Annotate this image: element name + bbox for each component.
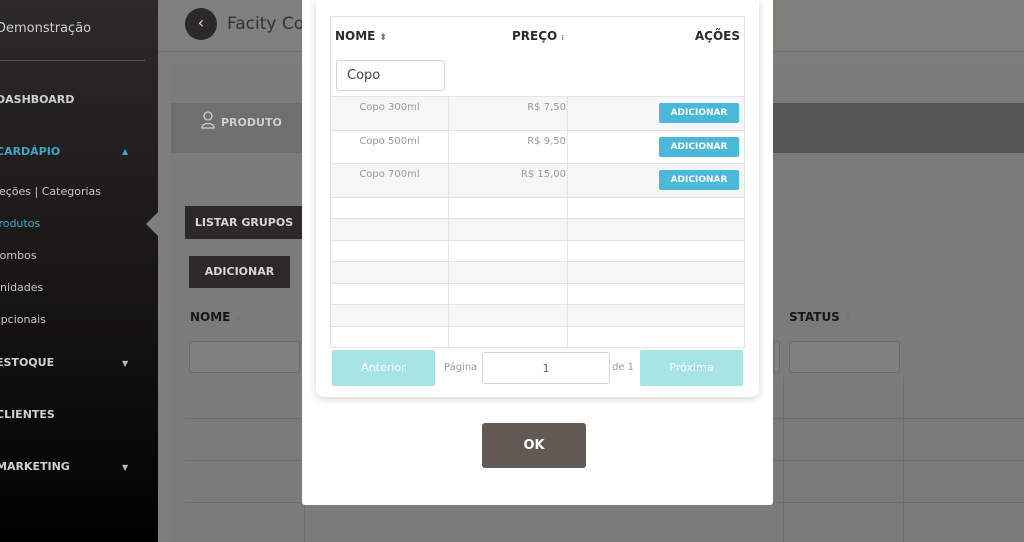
column-header-nome[interactable]: NOME ⬍ [190,310,242,324]
filter-input[interactable] [773,341,780,373]
sort-icon: ⬍ [234,314,242,324]
cell-empty [331,262,449,283]
cell-nome: Copo 700ml [331,164,449,197]
product-table: NOME⬍ PREÇO⁝ AÇÕES Copo 300ml R$ 7,50 AD… [330,16,745,348]
cell-empty [449,305,568,326]
cell-empty [449,283,568,304]
add-product-button[interactable]: ADICIONAR [189,256,290,288]
sidebar-subitem-unidades[interactable]: Unidades [0,281,43,294]
table-row: Copo 300ml R$ 7,50 ADICIONAR [331,96,744,130]
sort-icon: ⁝ [561,34,564,42]
product-picker-modal: NOME⬍ PREÇO⁝ AÇÕES Copo 300ml R$ 7,50 AD… [302,0,773,505]
table-row-empty [331,282,744,304]
sidebar-item-cardapio[interactable]: CARDÁPIO [0,145,60,158]
table-row-empty [331,218,744,240]
pagination: Anterior Página de 1 Próxima [330,348,745,388]
active-indicator [146,212,158,236]
cell-empty [331,197,449,218]
table-row-empty [331,261,744,283]
filter-nome-input[interactable] [189,341,300,373]
previous-page-button[interactable]: Anterior [332,350,435,386]
sort-icon: ⬍ [843,314,852,324]
back-button[interactable]: ‹ [185,8,217,40]
cell-empty [449,326,568,347]
column-header-label: PREÇO [512,29,558,43]
add-button[interactable]: ADICIONAR [659,136,739,157]
sidebar-item-estoque[interactable]: ESTOQUE [0,356,54,369]
page-label: Página [444,362,478,373]
table-row-empty [331,196,744,218]
cell-empty [449,240,568,261]
sidebar-title: Demonstração [0,21,92,36]
sidebar-subitem-secoes[interactable]: Seções | Categorias [0,185,101,198]
cell-empty [331,219,449,240]
table-row-empty [331,304,744,326]
cell-empty [331,283,449,304]
sidebar-subitem-combos[interactable]: Combos [0,249,37,262]
sidebar-item-marketing[interactable]: MARKETING [0,460,70,473]
tab-produto[interactable]: PRODUTO [171,103,302,153]
cell-empty [449,219,568,240]
user-icon [201,111,215,129]
page-total-label: de 1 [612,362,635,373]
cell-empty [449,197,568,218]
column-header-status[interactable]: STATUS ⬍ [789,310,851,324]
modal-panel: NOME⬍ PREÇO⁝ AÇÕES Copo 300ml R$ 7,50 AD… [316,0,759,397]
sidebar-divider [0,60,145,61]
column-divider [903,377,904,542]
page-number-input[interactable] [482,352,610,384]
cell-empty [331,240,449,261]
chevron-down-icon: ▼ [122,463,129,472]
cell-acoes: ADICIONAR [568,131,745,164]
table-row-empty [331,239,744,261]
cell-empty [331,326,449,347]
column-header-acoes: AÇÕES [694,29,740,43]
sidebar-item-dashboard[interactable]: DASHBOARD [0,93,74,106]
tab-produto-label: PRODUTO [221,116,282,129]
list-groups-button[interactable]: LISTAR GRUPOS [185,206,303,239]
cell-acoes: ADICIONAR [568,164,745,197]
column-header-label: STATUS [789,310,840,324]
filter-nome-input[interactable] [336,60,445,91]
table-header: NOME ⬍ PREÇO ⁝ AÇÕES [331,17,744,96]
cell-empty [449,262,568,283]
column-header-label: NOME [190,310,231,324]
column-header-nome[interactable]: NOME ⬍ [335,29,387,43]
cell-preco: R$ 9,50 [449,130,568,163]
add-button[interactable]: ADICIONAR [659,170,739,190]
next-page-button[interactable]: Próxima [640,350,743,386]
column-divider [783,377,784,542]
chevron-up-icon: ▲ [122,147,129,156]
sort-icon: ⬍ [379,33,387,43]
ok-button[interactable]: OK [482,423,586,468]
cell-nome: Copo 500ml [331,130,449,163]
table-row: Copo 700ml R$ 15,00 ADICIONAR [331,163,744,197]
cell-nome: Copo 300ml [331,97,449,130]
table-row-empty [331,325,744,347]
column-header-preco[interactable]: PREÇO ⁝ [512,29,564,43]
cell-empty [331,305,449,326]
add-button[interactable]: ADICIONAR [659,103,739,123]
sidebar-subitem-produtos[interactable]: Produtos [0,217,40,230]
filter-status-input[interactable] [789,341,900,373]
table-row: Copo 500ml R$ 9,50 ADICIONAR [331,129,745,164]
sidebar: Demonstração DASHBOARD CARDÁPIO ▲ Seções… [0,0,158,542]
chevron-down-icon: ▼ [122,359,129,368]
sidebar-item-clientes[interactable]: CLIENTES [0,408,55,421]
page-title: Facity Co [227,14,305,34]
chevron-left-icon: ‹ [197,13,205,32]
sidebar-subitem-opcionais[interactable]: Opcionais [0,313,46,326]
cell-acoes: ADICIONAR [568,97,745,130]
cell-preco: R$ 7,50 [449,97,568,130]
cell-preco: R$ 15,00 [449,164,568,197]
column-header-label: NOME [335,29,376,43]
